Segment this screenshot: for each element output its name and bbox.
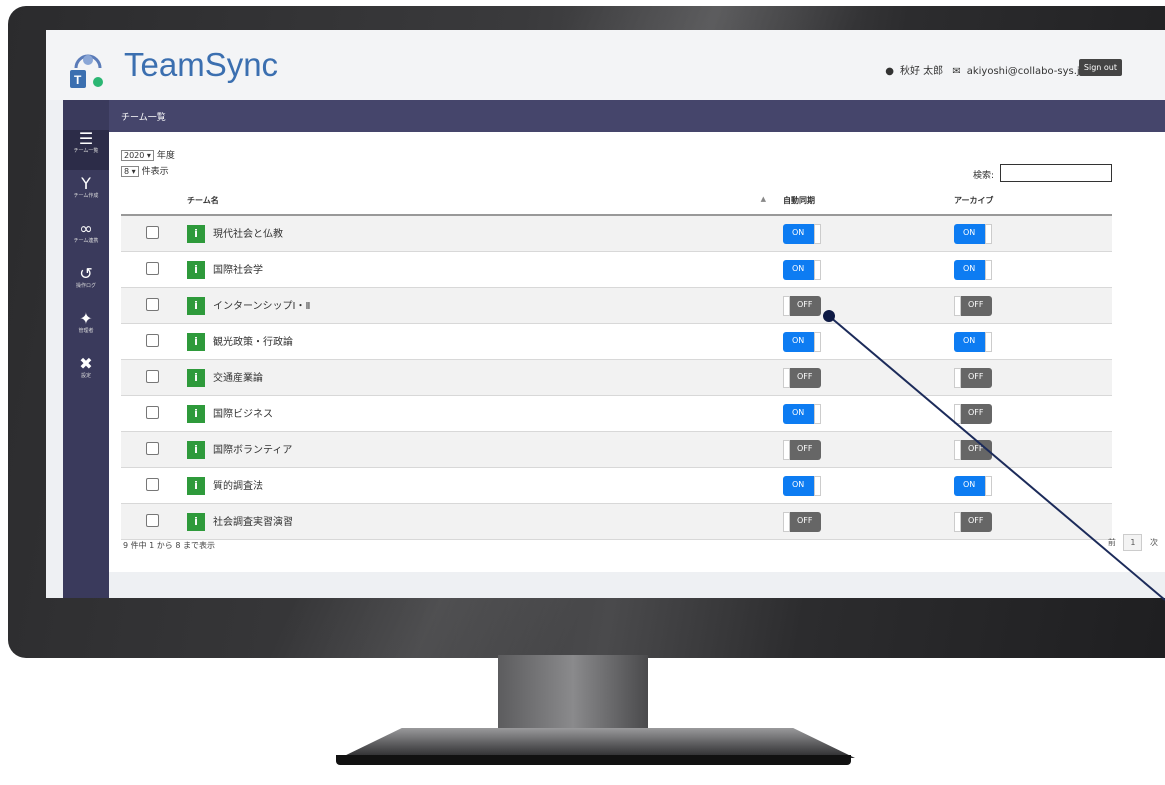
callout-pointer [823, 310, 1165, 601]
callout-dot [823, 310, 835, 322]
callout-line [828, 315, 1165, 601]
